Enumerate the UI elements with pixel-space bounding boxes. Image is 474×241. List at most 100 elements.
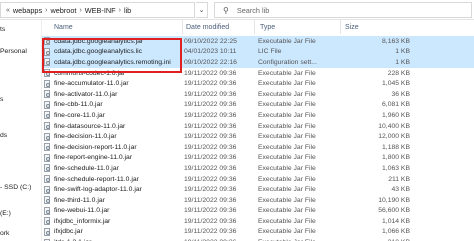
file-row[interactable]: fine-schedule-report-11.0.jar 19/11/2022 … — [42, 174, 474, 185]
address-toolbar: « webapps › webroot › WEB-INF › lib ⌄ ⚲ … — [0, 0, 474, 20]
file-size: 1,066 KB — [382, 228, 410, 236]
file-type: Executable Jar File — [258, 80, 316, 88]
file-icon — [44, 47, 50, 56]
column-divider[interactable] — [182, 20, 183, 34]
file-row[interactable]: fine-decision-11.0.jar 19/11/2022 09:36 Ex… — [42, 131, 474, 142]
file-row[interactable]: fine-core-11.0.jar 19/11/2022 09:36 Execut… — [42, 110, 474, 121]
breadcrumb-webapps[interactable]: webapps — [13, 6, 42, 15]
file-type: Configuration sett... — [258, 58, 317, 66]
file-size: 1 KB — [395, 58, 410, 66]
file-row[interactable]: cdata.jdbc.googleanalytics.remoting.ini 0… — [42, 57, 474, 68]
address-bar[interactable]: « webapps › webroot › WEB-INF › lib — [0, 2, 195, 18]
file-type: Executable Jar File — [258, 228, 316, 236]
breadcrumb-lib[interactable]: lib — [124, 6, 131, 15]
column-header-size[interactable]: Size — [345, 20, 359, 34]
file-name: fine-accumulator-11.0.jar — [54, 80, 129, 88]
file-row[interactable]: cdata.jdbc.googleanalytics.jar 09/10/2022… — [42, 36, 474, 47]
file-name: fine-datasource-11.0.jar — [54, 122, 126, 130]
file-list: cdata.jdbc.googleanalytics.jar 09/10/2022… — [42, 36, 474, 241]
file-icon — [44, 143, 50, 152]
file-icon — [44, 100, 50, 109]
column-divider[interactable] — [340, 20, 341, 34]
search-icon: ⚲ — [223, 5, 229, 15]
nav-item[interactable]: s — [0, 96, 3, 103]
file-row[interactable]: ifxjdbc_informix.jar 19/11/2022 09:36 Exec… — [42, 216, 474, 227]
column-header-date[interactable]: Date modified — [186, 20, 229, 34]
file-type: Executable Jar File — [258, 154, 316, 162]
column-header-name[interactable]: Name — [54, 20, 73, 34]
file-row[interactable]: fine-schedule-11.0.jar 19/11/2022 09:36 Ex… — [42, 163, 474, 174]
breadcrumb-web-inf[interactable]: WEB-INF — [85, 6, 116, 15]
file-name-cell: fine-webui-11.0.jar — [44, 206, 184, 217]
file-row[interactable]: fine-third-11.0.jar 19/11/2022 09:36 Execu… — [42, 195, 474, 206]
file-row[interactable]: fine-decision-report-11.0.jar 19/11/2022 … — [42, 142, 474, 153]
file-date: 19/11/2022 09:36 — [184, 80, 237, 88]
file-type: Executable Jar File — [258, 143, 316, 151]
file-row[interactable]: fine-datasource-11.0.jar 19/11/2022 09:36… — [42, 121, 474, 132]
file-size: 1,188 KB — [382, 143, 410, 151]
nav-item-ssd-c[interactable]: - SSD (C:) — [0, 184, 31, 191]
file-name: fine-cbb-11.0.jar — [54, 101, 103, 109]
nav-item-drive-e[interactable]: (E:) — [0, 210, 11, 217]
nav-item-personal[interactable]: Personal — [0, 48, 27, 55]
file-size: 43 KB — [391, 186, 410, 194]
file-size: 1,800 KB — [382, 154, 410, 162]
file-name-cell: fine-report-engine-11.0.jar — [44, 153, 184, 164]
file-name: fine-third-11.0.jar — [54, 196, 105, 204]
file-size: 211 KB — [388, 175, 410, 183]
file-icon — [44, 69, 50, 78]
file-icon — [44, 90, 50, 99]
file-name: fine-report-engine-11.0.jar — [54, 154, 133, 162]
file-type: Executable Jar File — [258, 101, 316, 109]
file-row[interactable]: jtds-1.3.1.jar19/11/2022 09:36 Executable… — [42, 237, 474, 241]
file-row[interactable]: commons-codec-1.6.jar 19/11/2022 09:36 Exe… — [42, 68, 474, 79]
file-date: 19/11/2022 09:36 — [184, 175, 237, 183]
file-name: cdata.jdbc.googleanalytics.remoting.ini — [54, 58, 171, 66]
file-type: Executable Jar File — [258, 175, 316, 183]
file-row[interactable]: cdata.jdbc.googleanalytics.lic 04/01/2023… — [42, 46, 474, 58]
column-divider[interactable] — [254, 20, 255, 34]
file-name: fine-activator-11.0.jar — [54, 90, 118, 98]
file-size: 36 KB — [391, 90, 410, 98]
file-name-cell: cdata.jdbc.googleanalytics.remoting.ini — [44, 57, 184, 68]
file-name-cell: fine-schedule-report-11.0.jar — [44, 174, 184, 185]
file-row[interactable]: fine-activator-11.0.jar 19/11/2022 09:36 E… — [42, 89, 474, 100]
file-name: fine-schedule-11.0.jar — [54, 164, 119, 172]
file-size: 1,063 KB — [382, 164, 410, 172]
file-icon — [44, 175, 50, 184]
file-icon — [44, 185, 50, 194]
file-row[interactable]: fine-webui-11.0.jar 19/11/2022 09:36 Execu… — [42, 206, 474, 217]
column-header-type[interactable]: Type — [260, 20, 275, 34]
nav-item[interactable]: ts — [0, 26, 5, 33]
file-icon — [44, 206, 50, 215]
file-row[interactable]: fine-swift-log-adaptor-11.0.jar 19/11/202… — [42, 184, 474, 195]
file-name-cell: fine-decision-11.0.jar — [44, 131, 184, 142]
file-icon — [44, 227, 50, 236]
file-row[interactable]: fine-accumulator-11.0.jar 19/11/2022 09:3… — [42, 78, 474, 89]
file-name-cell: fine-accumulator-11.0.jar — [44, 78, 184, 89]
chevron-left-icon[interactable]: « — [6, 7, 10, 14]
file-row[interactable]: ifxjdbc.jar 19/11/2022 09:36 Executable Ja… — [42, 227, 474, 238]
breadcrumb-separator-icon: › — [79, 6, 82, 14]
search-input[interactable]: ⚲ Search lib — [214, 2, 472, 18]
file-date: 09/10/2022 22:16 — [184, 58, 237, 66]
breadcrumb-webroot[interactable]: webroot — [50, 6, 76, 15]
file-date: 19/11/2022 09:36 — [184, 69, 237, 77]
nav-item-network[interactable]: ork — [0, 230, 9, 237]
file-icon — [44, 217, 50, 226]
file-row[interactable]: fine-cbb-11.0.jar 19/11/2022 09:36 Executa… — [42, 100, 474, 111]
file-date: 19/11/2022 09:36 — [184, 228, 237, 236]
file-date: 19/11/2022 09:36 — [184, 90, 237, 98]
file-name-cell: ifxjdbc_informix.jar — [44, 216, 184, 227]
nav-item[interactable]: ds — [0, 132, 7, 139]
file-icon — [44, 37, 50, 46]
file-name: cdata.jdbc.googleanalytics.jar — [54, 37, 144, 45]
file-icon — [44, 164, 50, 173]
file-row[interactable]: fine-report-engine-11.0.jar 19/11/2022 09… — [42, 153, 474, 164]
file-date: 19/11/2022 09:36 — [184, 133, 237, 141]
file-size: 1,045 KB — [382, 80, 410, 88]
file-date: 19/11/2022 09:36 — [184, 237, 250, 241]
chevron-down-icon[interactable]: ⌄ — [196, 2, 208, 18]
file-icon — [44, 122, 50, 131]
file-type: Executable Jar File — [258, 164, 316, 172]
